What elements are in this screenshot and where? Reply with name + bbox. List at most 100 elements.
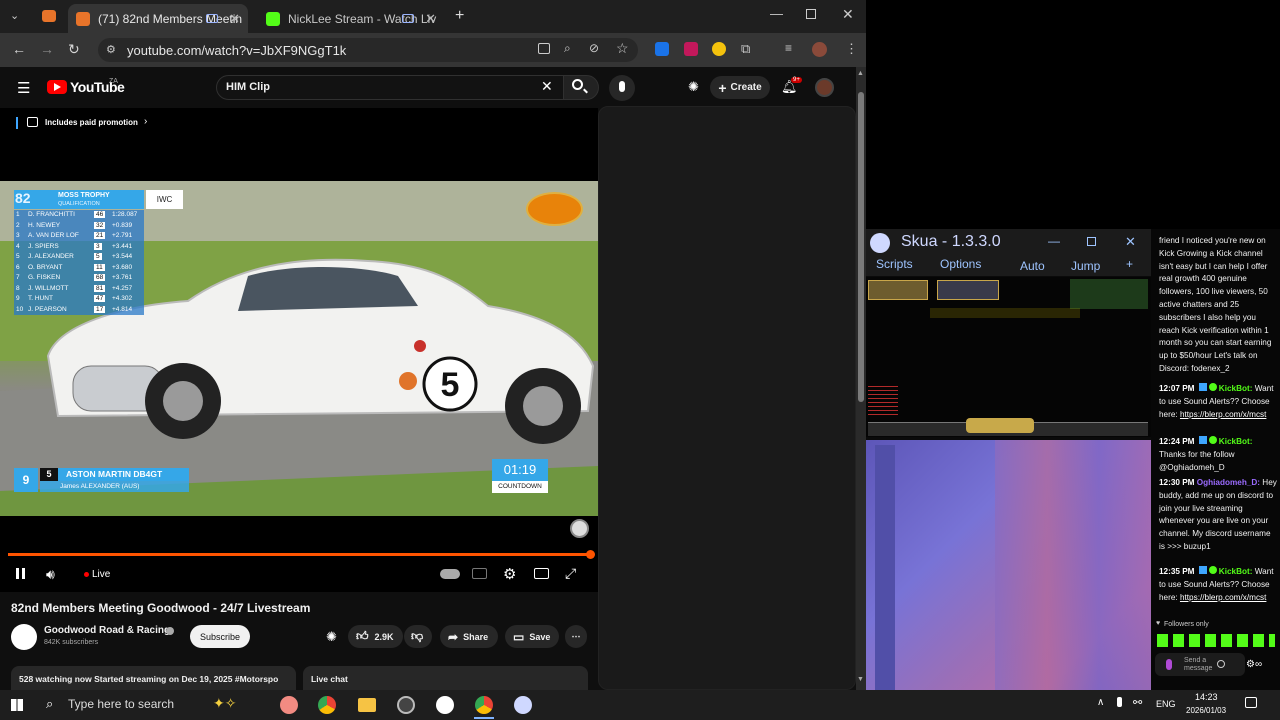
- emote-row[interactable]: [1157, 634, 1275, 647]
- windows-start-icon[interactable]: [11, 699, 23, 711]
- chrome-icon[interactable]: [318, 696, 336, 714]
- taskbar-app-icon[interactable]: [397, 696, 415, 714]
- hamburger-menu-icon[interactable]: ☰: [17, 79, 30, 97]
- live-label[interactable]: Live: [92, 569, 110, 580]
- scroll-up-icon[interactable]: ▲: [857, 70, 864, 77]
- tray-mic-icon[interactable]: [1117, 697, 1122, 707]
- live-chat-label[interactable]: Live chat: [311, 674, 348, 684]
- like-button[interactable]: 👍︎ 2.9K: [348, 625, 403, 648]
- forward-icon[interactable]: →: [40, 41, 54, 57]
- media-control-icon[interactable]: ≡: [785, 41, 792, 55]
- chat-link[interactable]: https://blerp.com/x/mcst: [1180, 410, 1266, 419]
- description-meta[interactable]: 528 watching now Started streaming on De…: [19, 674, 289, 684]
- new-tab-icon[interactable]: +: [455, 7, 464, 25]
- install-icon[interactable]: [538, 43, 550, 54]
- chat-username[interactable]: Oghiadomeh_D:: [1197, 478, 1260, 487]
- clear-search-icon[interactable]: ✕: [541, 78, 553, 95]
- channel-watermark-icon[interactable]: [570, 519, 589, 538]
- chat-username[interactable]: KickBot:: [1219, 437, 1253, 446]
- chat-input-placeholder[interactable]: Send a message: [1184, 657, 1218, 673]
- leaderboard-row: 8 J. WILLMOTT 81 +4.257: [14, 283, 144, 294]
- skua-maximize-icon[interactable]: [1087, 237, 1096, 246]
- search-input-value[interactable]: HIM Clip: [226, 81, 270, 93]
- channel-name[interactable]: Goodwood Road & Racing: [44, 625, 170, 636]
- tab-youtube[interactable]: (71) 82nd Members Meetin ✕: [68, 4, 248, 33]
- taskbar-app-icon[interactable]: [436, 696, 454, 714]
- chevron-right-icon[interactable]: ›: [144, 116, 147, 127]
- extension-icon[interactable]: [655, 42, 669, 56]
- more-actions-button[interactable]: ⋯: [565, 625, 587, 648]
- skua-minimize-icon[interactable]: —: [1048, 234, 1060, 248]
- language-indicator[interactable]: ENG: [1156, 699, 1176, 709]
- extension-icon[interactable]: [712, 42, 726, 56]
- skua-menu-jump[interactable]: Jump: [1071, 259, 1100, 273]
- settings-gear-icon[interactable]: ⚙: [503, 565, 516, 583]
- back-icon[interactable]: ←: [12, 41, 26, 57]
- chat-settings-icon[interactable]: ⚙∞: [1246, 659, 1262, 670]
- bookmark-star-icon[interactable]: ☆: [616, 40, 629, 57]
- create-button[interactable]: + Create: [710, 76, 770, 99]
- skua-menu-auto[interactable]: Auto: [1020, 259, 1045, 273]
- chrome-active-icon[interactable]: [475, 696, 493, 714]
- scrollbar-thumb[interactable]: [858, 92, 864, 402]
- chat-mic-icon[interactable]: [1166, 659, 1172, 670]
- tab-label: NickLee Stream - Watch Liv: [288, 11, 437, 26]
- minimize-icon[interactable]: —: [770, 6, 783, 21]
- close-window-icon[interactable]: ✕: [842, 6, 854, 23]
- skua-taskbar-icon[interactable]: [514, 696, 532, 714]
- volume-icon[interactable]: 🔊︎: [46, 566, 55, 583]
- dislike-button[interactable]: 👎︎: [404, 625, 432, 648]
- url-text[interactable]: youtube.com/watch?v=JbXF9NGgT1k: [127, 43, 346, 58]
- tray-network-icon[interactable]: ⚯: [1133, 696, 1142, 709]
- tab-search-icon[interactable]: ⌄: [10, 9, 19, 22]
- chat-link[interactable]: https://blerp.com/x/mcst: [1180, 593, 1266, 602]
- eye-off-icon[interactable]: ⊘: [589, 41, 599, 55]
- zoom-icon[interactable]: ⌕: [564, 41, 571, 56]
- tab-kick[interactable]: NickLee Stream - Watch Liv ✕: [258, 4, 444, 33]
- maximize-icon[interactable]: [806, 9, 816, 19]
- clock-date[interactable]: 2026/01/03: [1186, 706, 1226, 715]
- copilot-sparkle-icon[interactable]: ✦✧: [213, 695, 236, 712]
- game-target-portrait: [937, 280, 999, 300]
- ai-sparkle-icon[interactable]: ✺: [326, 629, 337, 645]
- captions-icon[interactable]: [472, 568, 487, 579]
- scroll-down-icon[interactable]: ▼: [857, 676, 864, 683]
- clock-time[interactable]: 14:23: [1195, 692, 1218, 702]
- miniplayer-icon[interactable]: [534, 568, 549, 579]
- ai-sparkle-icon[interactable]: ✺: [688, 79, 699, 95]
- close-tab-icon[interactable]: ✕: [425, 11, 436, 27]
- close-tab-icon[interactable]: ✕: [229, 11, 240, 27]
- taskbar-search-icon[interactable]: ⌕: [46, 696, 53, 712]
- skua-close-icon[interactable]: ✕: [1125, 234, 1136, 250]
- taskbar-app-icon[interactable]: [280, 696, 298, 714]
- seek-handle[interactable]: [586, 550, 595, 559]
- seek-bar[interactable]: [8, 553, 592, 556]
- skua-menu-scripts[interactable]: Scripts: [876, 257, 913, 271]
- account-avatar[interactable]: [815, 78, 834, 97]
- emoji-picker-icon[interactable]: [1217, 660, 1225, 668]
- file-explorer-icon[interactable]: [358, 698, 376, 712]
- channel-avatar[interactable]: [11, 624, 37, 650]
- profile-avatar-icon[interactable]: [812, 42, 827, 57]
- reload-icon[interactable]: ↻: [68, 41, 80, 58]
- chat-username[interactable]: KickBot:: [1219, 567, 1253, 576]
- notification-center-icon[interactable]: [1245, 697, 1257, 708]
- pause-icon[interactable]: [16, 568, 19, 579]
- tray-chevron-icon[interactable]: ∧: [1097, 697, 1104, 708]
- skua-menu-add[interactable]: +: [1126, 257, 1133, 271]
- site-info-icon[interactable]: ⚙: [106, 43, 116, 56]
- chat-username[interactable]: KickBot:: [1219, 384, 1253, 393]
- autoplay-toggle-icon[interactable]: [440, 569, 460, 579]
- pinned-tab-icon[interactable]: [42, 10, 56, 22]
- skua-menu-options[interactable]: Options: [940, 257, 981, 271]
- taskbar-search-input[interactable]: Type here to search: [68, 697, 174, 711]
- save-button[interactable]: ▭ Save: [505, 625, 559, 648]
- fullscreen-icon[interactable]: ⤢: [565, 565, 576, 582]
- extensions-puzzle-icon[interactable]: ⧉: [741, 41, 750, 57]
- menu-kebab-icon[interactable]: ⋮: [845, 41, 858, 57]
- game-skill-icons[interactable]: [966, 418, 1034, 433]
- extension-icon[interactable]: [684, 42, 698, 56]
- paid-promotion-text[interactable]: Includes paid promotion: [45, 118, 138, 127]
- subscribe-button[interactable]: Subscribe: [190, 625, 250, 648]
- share-button[interactable]: ➦ Share: [440, 625, 498, 648]
